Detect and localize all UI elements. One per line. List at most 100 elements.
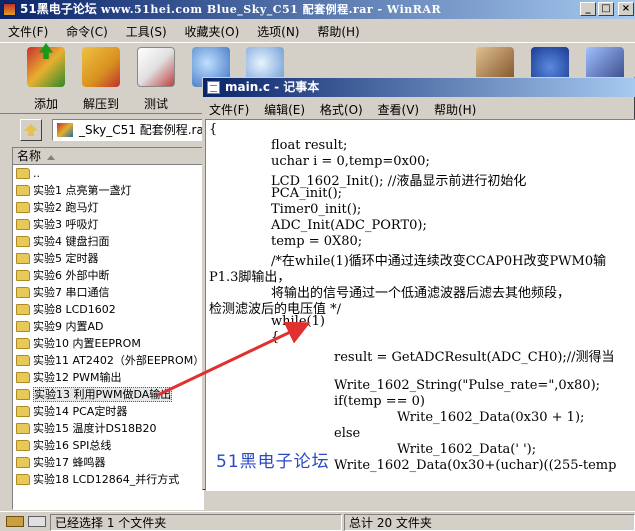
- folder-icon: [16, 202, 30, 213]
- np-menu-format[interactable]: 格式(O): [314, 98, 368, 118]
- file-row-label: 实验15 温度计DS18B20: [33, 422, 157, 435]
- folder-icon: [16, 304, 30, 315]
- file-row[interactable]: 实验7 串口通信: [13, 284, 203, 301]
- folder-icon: [16, 372, 30, 383]
- file-row[interactable]: 实验16 SPI总线: [13, 437, 203, 454]
- file-row[interactable]: 实验10 内置EEPROM: [13, 335, 203, 352]
- winrar-title-sub: www.51hei.com Blue_Sky_C51 配套例程.rar - Wi…: [100, 3, 442, 16]
- drive-icon: [6, 516, 24, 527]
- file-list[interactable]: 名称 .. 实验1 点亮第一盏灯实验2 跑马灯 实验3 呼吸灯 实验4 键盘扫面 实验5…: [12, 147, 204, 510]
- file-row[interactable]: 实验15 温度计DS18B20: [13, 420, 203, 437]
- extract-button-label: 解压到: [82, 97, 119, 111]
- file-row[interactable]: 实验1 点亮第一盏灯: [13, 182, 203, 199]
- file-row[interactable]: 实验17 蜂鸣器: [13, 454, 203, 471]
- folder-icon: [16, 219, 30, 230]
- menu-tools[interactable]: 工具(S): [118, 20, 173, 40]
- winrar-title-bar: 51黑电子论坛 www.51hei.com Blue_Sky_C51 配套例程.…: [0, 0, 635, 19]
- column-header-name[interactable]: 名称: [13, 148, 203, 165]
- add-button-label: 添加: [33, 97, 58, 111]
- code-line: {: [271, 330, 280, 345]
- file-row-label: 实验13 利用PWM做DA输出: [33, 387, 173, 402]
- file-row[interactable]: 实验11 AT2402（外部EEPROM）: [13, 352, 203, 369]
- code-line: Write_1602_Data(' ');: [397, 442, 537, 457]
- code-line: PCA_init();: [271, 186, 343, 201]
- np-menu-edit[interactable]: 编辑(E): [258, 98, 310, 118]
- notepad-title: main.c - 记事本: [225, 80, 320, 94]
- address-text: _Sky_C51 配套例程.ra: [79, 123, 204, 137]
- notepad-menubar: 文件(F) 编辑(E) 格式(O) 查看(V) 帮助(H): [203, 98, 635, 118]
- extract-icon: [82, 47, 120, 87]
- test-button[interactable]: 测试: [131, 47, 181, 113]
- status-selection: 已经选择 1 个文件夹: [50, 514, 342, 531]
- parent-folder-row[interactable]: ..: [13, 165, 203, 182]
- test-icon: [137, 47, 175, 87]
- file-row[interactable]: 实验6 外部中断: [13, 267, 203, 284]
- test-button-label: 测试: [143, 97, 168, 111]
- winrar-status-bar: 已经选择 1 个文件夹 总计 20 文件夹: [0, 511, 635, 531]
- np-menu-file[interactable]: 文件(F): [203, 98, 254, 118]
- file-row-label: 实验18 LCD12864_并行方式: [33, 473, 180, 486]
- notepad-text-area[interactable]: {float result; uchar i = 0,temp=0x00; LCD_…: [205, 119, 635, 491]
- file-row-label: 实验10 内置EEPROM: [33, 337, 141, 350]
- code-line: Timer0_init();: [271, 202, 362, 217]
- file-row[interactable]: 实验4 键盘扫面: [13, 233, 203, 250]
- menu-favorites[interactable]: 收藏夹(O): [177, 20, 246, 40]
- up-folder-button[interactable]: [20, 119, 42, 141]
- close-button[interactable]: ×: [618, 2, 634, 16]
- code-line: Write_1602_Data(0x30+(uchar)((255-temp: [334, 458, 617, 473]
- minimize-button[interactable]: _: [580, 2, 596, 16]
- code-line: /*在while(1)循环中通过连续改变CCAP0H改变PWM0输: [271, 254, 607, 269]
- file-row-label: 实验6 外部中断: [33, 269, 110, 282]
- folder-icon: [16, 185, 30, 196]
- file-row[interactable]: 实验14 PCA定时器: [13, 403, 203, 420]
- status-icons: [6, 516, 46, 528]
- file-row[interactable]: 实验5 定时器: [13, 250, 203, 267]
- file-row[interactable]: 实验18 LCD12864_并行方式: [13, 471, 203, 488]
- winrar-menubar: 文件(F) 命令(C) 工具(S) 收藏夹(O) 选项(N) 帮助(H): [0, 20, 635, 40]
- folder-icon: [16, 474, 30, 485]
- np-menu-help[interactable]: 帮助(H): [428, 98, 481, 118]
- file-row-label: 实验4 键盘扫面: [33, 235, 110, 248]
- code-line: uchar i = 0,temp=0x00;: [271, 154, 430, 169]
- menu-options[interactable]: 选项(N): [249, 20, 305, 40]
- folder-icon: [16, 423, 30, 434]
- code-line: if(temp == 0): [334, 394, 425, 409]
- file-rows: .. 实验1 点亮第一盏灯实验2 跑马灯 实验3 呼吸灯 实验4 键盘扫面 实验5 定时…: [13, 165, 203, 488]
- np-menu-view[interactable]: 查看(V): [372, 98, 425, 118]
- notepad-title-bar: main.c - 记事本: [203, 78, 635, 97]
- file-row-label: 实验16 SPI总线: [33, 439, 112, 452]
- folder-icon: [16, 168, 30, 179]
- winrar-title-main: 51黑电子论坛: [20, 2, 97, 16]
- folder-icon: [16, 406, 30, 417]
- folder-icon: [16, 287, 30, 298]
- extract-to-button[interactable]: 解压到: [76, 47, 126, 113]
- folder-icon: [16, 338, 30, 349]
- file-row-label: 实验3 呼吸灯: [33, 218, 99, 231]
- add-button[interactable]: 添加: [21, 47, 71, 113]
- maximize-button[interactable]: □: [598, 2, 614, 16]
- file-row-label: 实验8 LCD1602: [33, 303, 116, 316]
- file-row-label: 实验2 跑马灯: [33, 201, 99, 214]
- watermark-text: 51黑电子论坛: [216, 452, 330, 472]
- folder-icon: [16, 457, 30, 468]
- file-row[interactable]: 实验2 跑马灯: [13, 199, 203, 216]
- folder-icon: [16, 355, 30, 366]
- sort-arrow-icon: [47, 155, 56, 160]
- file-row[interactable]: 实验3 呼吸灯: [13, 216, 203, 233]
- menu-file[interactable]: 文件(F): [0, 20, 54, 40]
- file-row[interactable]: 实验8 LCD1602: [13, 301, 203, 318]
- file-row[interactable]: 实验9 内置AD: [13, 318, 203, 335]
- folder-icon: [16, 270, 30, 281]
- file-row[interactable]: 实验13 利用PWM做DA输出: [13, 386, 203, 403]
- winrar-app-icon: [3, 3, 16, 16]
- file-row-label: 实验7 串口通信: [33, 286, 110, 299]
- menu-help[interactable]: 帮助(H): [309, 20, 365, 40]
- file-row-label: 实验5 定时器: [33, 252, 99, 265]
- file-row-label: 实验9 内置AD: [33, 320, 104, 333]
- code-line: while(1): [271, 314, 325, 329]
- menu-command[interactable]: 命令(C): [58, 20, 114, 40]
- file-row[interactable]: 实验12 PWM输出: [13, 369, 203, 386]
- folder-icon: [16, 440, 30, 451]
- file-row-label: 实验12 PWM输出: [33, 371, 122, 384]
- status-total: 总计 20 文件夹: [344, 514, 635, 531]
